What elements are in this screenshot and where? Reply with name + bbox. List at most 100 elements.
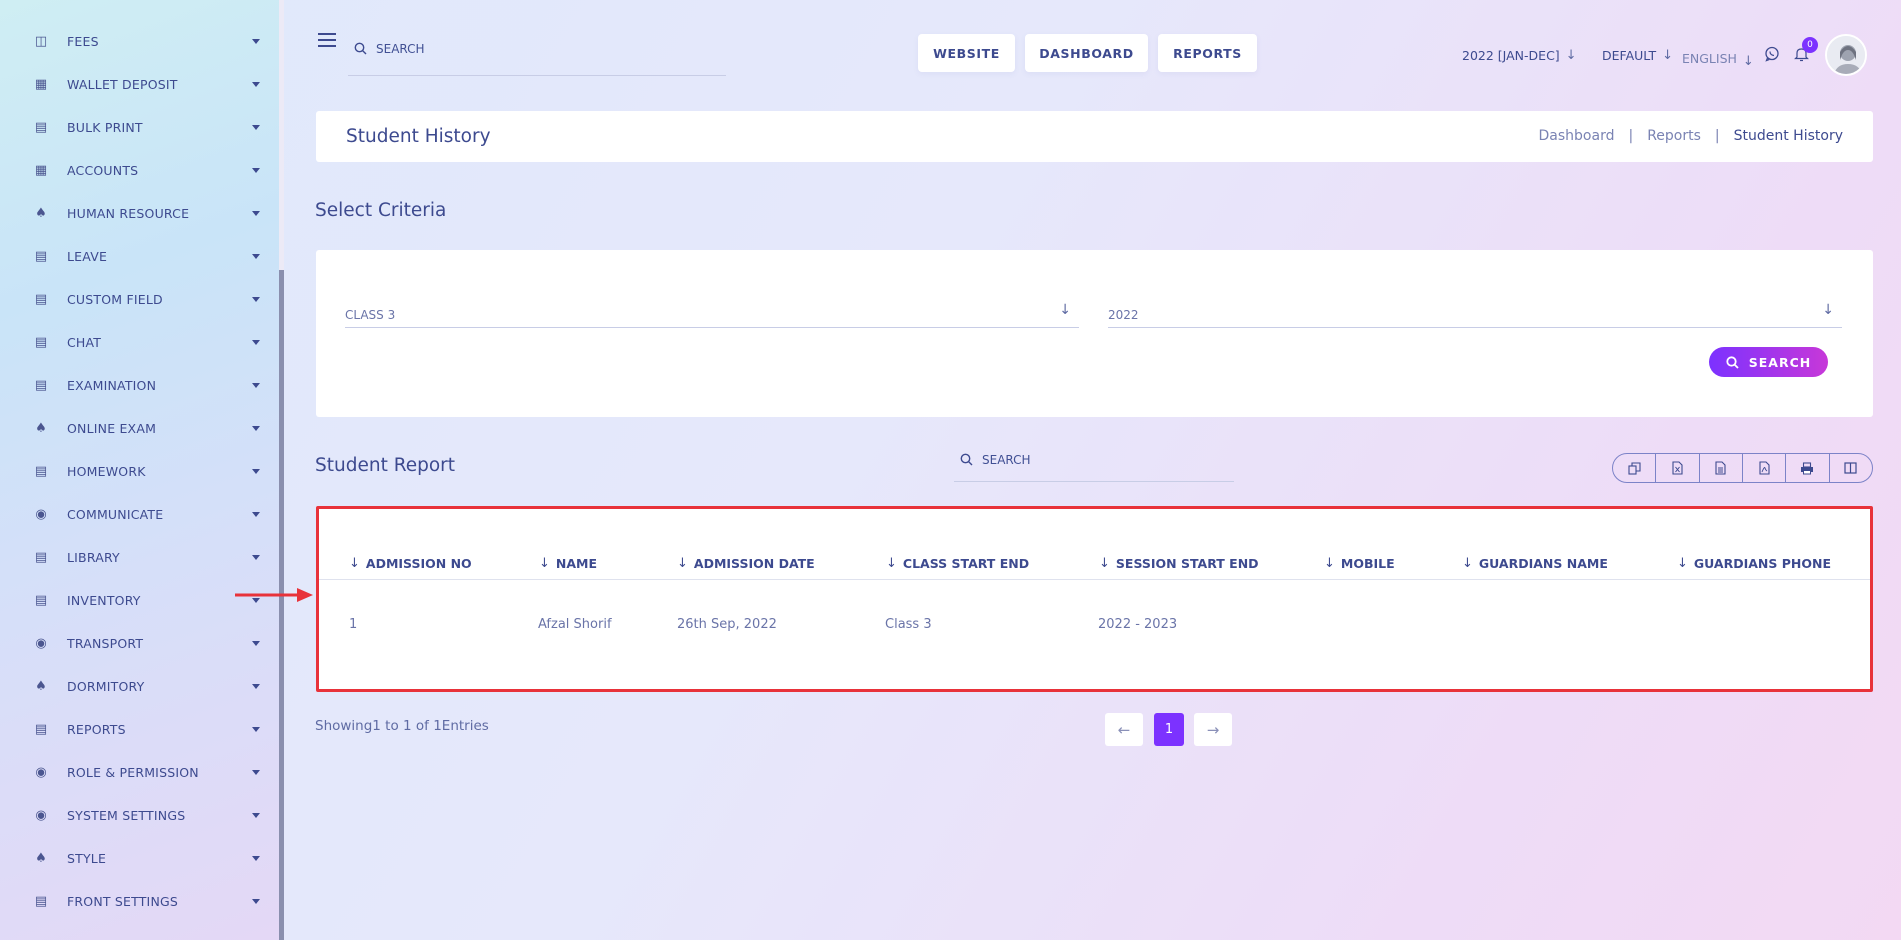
page-number-button[interactable]: 1 [1154,713,1184,746]
style-icon: ♠ [35,850,47,866]
caret-down-icon [252,770,260,775]
notification-badge: 0 [1802,37,1818,53]
sidebar-item-label: TRANSPORT [67,636,144,651]
sidebar-item-accounts[interactable]: ▦ ACCOUNTS [0,149,280,192]
page-title: Student History [346,126,491,147]
wallet-icon: ▦ [34,76,48,92]
sidebar-item-dormitory[interactable]: ♠ DORMITORY [0,665,280,708]
communicate-icon: ◉ [35,506,47,522]
criteria-card: CLASS 3 ↓ 2022 ↓ [316,250,1873,417]
column-header-label: NAME [555,556,598,571]
language-select[interactable]: ENGLISH ↓ [1682,48,1754,69]
arrow-down-icon: ↓ [1662,48,1674,63]
sidebar-item-online-exam[interactable]: ♠ ONLINE EXAM [0,407,280,450]
column-visibility-button[interactable] [1830,454,1872,482]
sidebar-item-style[interactable]: ♠ STYLE [0,837,280,880]
transport-icon: ◉ [35,635,47,651]
language-label: ENGLISH [1682,51,1737,66]
report-heading: Student Report [315,455,456,476]
sidebar-item-label: INVENTORY [67,593,141,608]
column-header[interactable]: ↓ GUARDIANS NAME [1462,556,1608,571]
excel-button[interactable] [1656,454,1700,482]
role-icon: ◉ [35,764,47,780]
sidebar-item-examination[interactable]: ▤ EXAMINATION [0,364,280,407]
report-search-field[interactable] [954,446,1234,482]
column-header[interactable]: ↓ ADMISSION NO [349,556,472,571]
breadcrumb-reports[interactable]: Reports [1647,128,1701,144]
column-header[interactable]: ↓ SESSION START END [1099,556,1259,571]
sidebar-item-custom-field[interactable]: ▤ CUSTOM FIELD [0,278,280,321]
column-header[interactable]: ↓ ADMISSION DATE [677,556,815,571]
sidebar-item-reports[interactable]: ▤ REPORTS [0,708,280,751]
sort-arrow-icon: ↓ [886,556,897,571]
caret-down-icon [252,125,260,130]
menu-toggle-icon[interactable] [318,33,336,47]
breadcrumb-dashboard[interactable]: Dashboard [1539,128,1615,144]
caret-down-icon [252,469,260,474]
column-header[interactable]: ↓ MOBILE [1324,556,1395,571]
sidebar: ◫ FEES ▦ WALLET DEPOSIT ▤ BULK PRINT ▦ ACCOUNTS… [0,0,280,940]
column-header-label: CLASS START END [902,556,1030,571]
copy-button[interactable] [1613,454,1657,482]
scrollbar-thumb[interactable] [279,270,284,940]
column-header[interactable]: ↓ NAME [539,556,597,571]
sidebar-item-system-settings[interactable]: ◉ SYSTEM SETTINGS [0,794,280,837]
print-button[interactable] [1786,454,1830,482]
caret-down-icon [252,82,260,87]
sidebar-item-chat[interactable]: ▤ CHAT [0,321,280,364]
search-icon [354,42,367,55]
sidebar-item-front-settings[interactable]: ▤ FRONT SETTINGS [0,880,280,923]
table-cell: 2022 - 2023 [1098,617,1178,632]
search-button[interactable]: SEARCH [1709,347,1828,377]
sidebar-item-bulk-print[interactable]: ▤ BULK PRINT [0,106,280,149]
dashboard-button[interactable]: DASHBOARD [1025,34,1148,72]
sidebar-item-fees[interactable]: ◫ FEES [0,20,280,63]
sidebar-item-label: FRONT SETTINGS [67,894,179,909]
theme-label: DEFAULT [1602,48,1657,63]
theme-select[interactable]: DEFAULT ↓ [1602,48,1673,63]
top-search-input[interactable] [376,38,716,60]
sidebar-scrollbar[interactable] [279,0,284,940]
website-button[interactable]: WEBSITE [918,34,1015,72]
whatsapp-icon[interactable] [1764,46,1780,62]
report-search-input[interactable] [982,450,1222,470]
sort-arrow-icon: ↓ [349,556,360,571]
top-search-field[interactable] [348,34,726,76]
criteria-heading: Select Criteria [315,200,447,221]
column-header-label: GUARDIANS NAME [1478,556,1608,571]
sidebar-item-communicate[interactable]: ◉ COMMUNICATE [0,493,280,536]
sidebar-item-library[interactable]: ▤ LIBRARY [0,536,280,579]
sidebar-item-leave[interactable]: ▤ LEAVE [0,235,280,278]
prev-page-button[interactable]: ← [1105,713,1143,746]
reports-button[interactable]: REPORTS [1158,34,1257,72]
avatar[interactable] [1825,34,1867,76]
csv-file-icon [1715,461,1726,475]
sidebar-item-homework[interactable]: ▤ HOMEWORK [0,450,280,493]
arrow-down-icon: ↓ [1059,302,1071,318]
sidebar-item-label: REPORTS [67,722,126,737]
sidebar-item-wallet-deposit[interactable]: ▦ WALLET DEPOSIT [0,63,280,106]
sort-arrow-icon: ↓ [677,556,688,571]
pdf-button[interactable] [1743,454,1787,482]
sidebar-item-human-resource[interactable]: ♠ HUMAN RESOURCE [0,192,280,235]
sidebar-item-label: DORMITORY [67,679,145,694]
column-header-label: ADMISSION DATE [693,556,815,571]
chat-icon: ▤ [34,334,48,350]
custom-field-icon: ▤ [34,291,48,307]
sidebar-item-role-permission[interactable]: ◉ ROLE & PERMISSION [0,751,280,794]
next-page-button[interactable]: → [1194,713,1232,746]
session-select[interactable]: 2022 [JAN-DEC] ↓ [1462,48,1577,63]
column-header[interactable]: ↓ CLASS START END [886,556,1029,571]
breadcrumb-current: Student History [1733,128,1843,144]
sidebar-item-label: ROLE & PERMISSION [67,765,199,780]
class-select[interactable]: CLASS 3 ↓ [345,302,1079,328]
breadcrumb-separator: | [1714,128,1720,144]
sidebar-item-transport[interactable]: ◉ TRANSPORT [0,622,280,665]
user-avatar-icon [1827,36,1865,74]
year-select[interactable]: 2022 ↓ [1108,302,1842,328]
sidebar-item-label: HOMEWORK [67,464,146,479]
column-header[interactable]: ↓ GUARDIANS PHONE [1677,556,1831,571]
csv-button[interactable] [1700,454,1743,482]
accounts-icon: ▦ [34,162,48,178]
arrow-down-icon: ↓ [1742,54,1754,69]
